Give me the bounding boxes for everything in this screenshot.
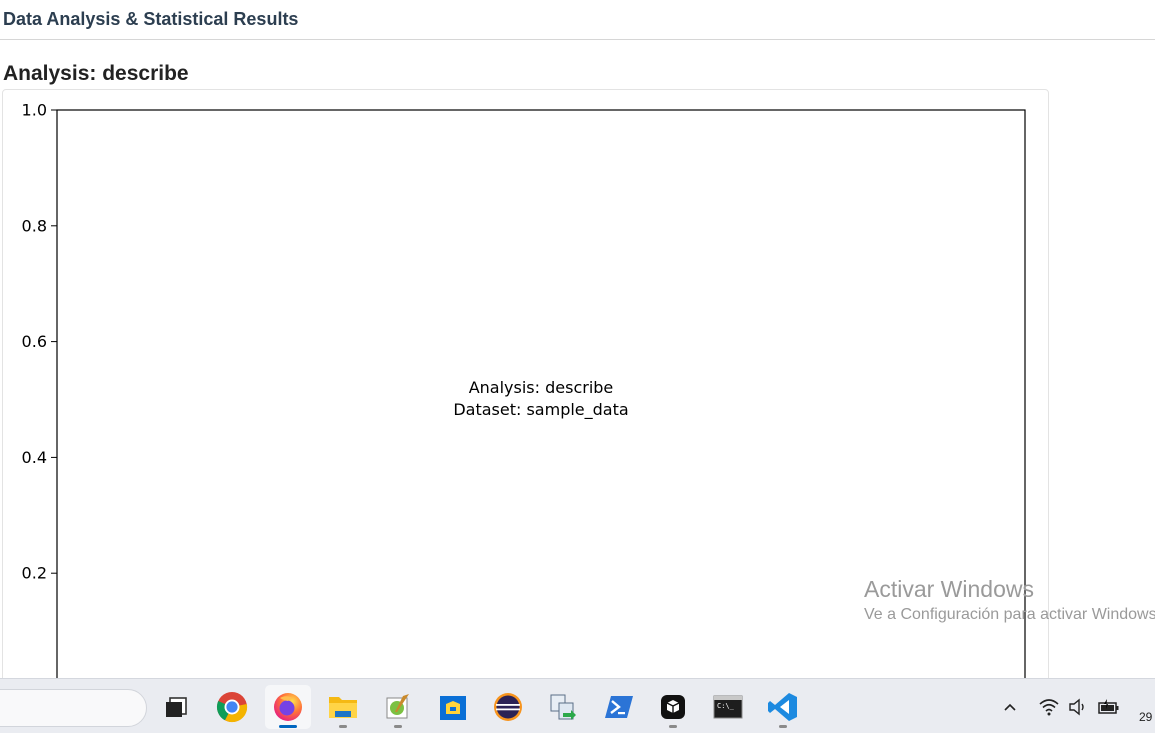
terminal-icon[interactable]: C:\_ bbox=[705, 685, 751, 729]
app-cube-icon[interactable] bbox=[650, 685, 696, 729]
y-tick-label: 1.0 bbox=[22, 101, 47, 120]
chrome-icon[interactable] bbox=[209, 685, 255, 729]
task-view-icon[interactable] bbox=[154, 685, 200, 729]
store-icon[interactable] bbox=[430, 685, 476, 729]
chart-card: 1.0 0.8 0.6 0.4 0.2 Analysis: describe Datas… bbox=[2, 89, 1049, 709]
taskbar-search-box[interactable] bbox=[0, 689, 147, 727]
vscode-icon[interactable] bbox=[760, 685, 806, 729]
app-header: Data Analysis & Statistical Results bbox=[0, 0, 1155, 40]
transfer-icon[interactable] bbox=[540, 685, 586, 729]
page-title: Data Analysis & Statistical Results bbox=[3, 9, 299, 29]
wifi-icon[interactable] bbox=[1036, 679, 1062, 734]
notepad-plus-plus-icon[interactable] bbox=[375, 685, 421, 729]
y-axis: 1.0 0.8 0.6 0.4 0.2 bbox=[22, 101, 57, 583]
annotation-line-2: Dataset: sample_data bbox=[453, 400, 628, 420]
svg-text:C:\_: C:\_ bbox=[717, 702, 735, 710]
battery-icon[interactable] bbox=[1096, 679, 1122, 734]
taskbar: C:\_ 29 bbox=[0, 678, 1155, 733]
clock[interactable]: 29 bbox=[1139, 710, 1152, 724]
eclipse-icon[interactable] bbox=[485, 685, 531, 729]
file-explorer-icon[interactable] bbox=[320, 685, 366, 729]
chart: 1.0 0.8 0.6 0.4 0.2 Analysis: describe Datas… bbox=[22, 101, 1026, 708]
y-tick-label: 0.2 bbox=[22, 564, 47, 583]
annotation-line-1: Analysis: describe bbox=[469, 378, 614, 397]
volume-icon[interactable] bbox=[1066, 679, 1090, 734]
powershell-icon[interactable] bbox=[596, 685, 642, 729]
y-tick-label: 0.8 bbox=[22, 216, 47, 235]
firefox-icon[interactable] bbox=[265, 685, 311, 729]
section-title: Analysis: describe bbox=[3, 62, 189, 85]
y-tick-label: 0.4 bbox=[22, 448, 47, 467]
chevron-up-icon[interactable] bbox=[998, 679, 1022, 734]
y-tick-label: 0.6 bbox=[22, 332, 47, 351]
